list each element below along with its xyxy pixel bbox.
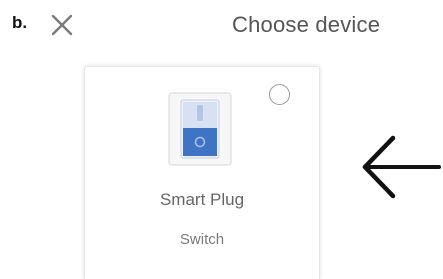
- arrow-left-icon: [357, 132, 441, 207]
- select-radio[interactable]: [269, 84, 290, 105]
- device-card-smart-plug[interactable]: Smart Plug Switch: [84, 66, 320, 279]
- close-button[interactable]: [49, 12, 75, 38]
- page-title: Choose device: [232, 12, 381, 37]
- device-type: Switch: [179, 231, 225, 248]
- figure-step-label: b.: [12, 13, 28, 32]
- device-name: Smart Plug: [159, 190, 245, 209]
- close-icon: [51, 14, 73, 36]
- switch-icon: [167, 91, 235, 172]
